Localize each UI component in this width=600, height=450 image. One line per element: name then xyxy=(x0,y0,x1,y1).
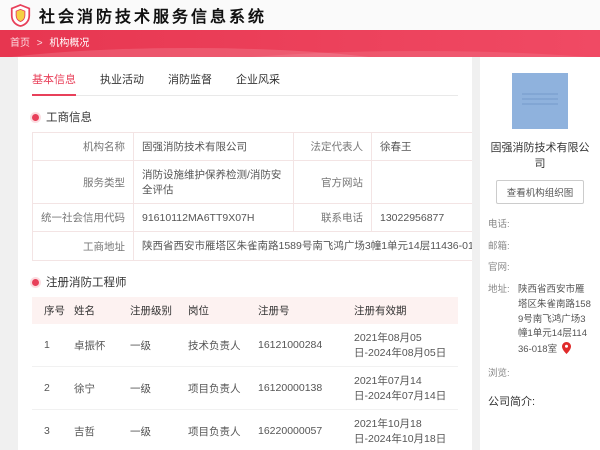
breadcrumb: 首页 > 机构概况 xyxy=(0,30,600,57)
field-label: 统一社会信用代码 xyxy=(32,203,134,232)
address-value: 陕西省西安市雁塔区朱雀南路1589号南飞鸿广场3幢1单元14层11436-018… xyxy=(142,240,472,252)
tab-practice-activity[interactable]: 执业活动 xyxy=(100,65,144,95)
tab-fire-supervision[interactable]: 消防监督 xyxy=(168,65,212,95)
main-panel: 基本信息 执业活动 消防监督 企业风采 工商信息 机构名称 固强消防技术有限公司… xyxy=(18,57,472,450)
col-header: 姓名 xyxy=(70,297,126,324)
field-label: 浏览: xyxy=(488,367,510,379)
breadcrumb-banner: 首页 > 机构概况 xyxy=(0,30,600,57)
service-type-value: 消防设施维护保养检测/消防安全评估 xyxy=(133,160,294,204)
org-name-value: 固强消防技术有限公司 xyxy=(133,132,294,161)
cell-level: 一级 xyxy=(126,324,184,367)
table-row: 服务类型 消防设施维护保养检测/消防安全评估 官方网站 xyxy=(32,160,472,204)
engineers-table: 序号 姓名 注册级别 岗位 注册号 注册有效期 1 卓振怀 一级 技术负责人 1… xyxy=(32,297,458,450)
col-header: 注册号 xyxy=(254,297,350,324)
cell-position: 项目负责人 xyxy=(184,366,254,410)
cell-level: 一级 xyxy=(126,409,184,450)
section-title-text: 工商信息 xyxy=(46,112,92,124)
field-label: 服务类型 xyxy=(32,160,134,204)
cell-reg-no: 16120000138 xyxy=(254,366,350,410)
cell-validity: 2021年07月14日-2024年07月14日 xyxy=(350,366,458,410)
legal-rep-value: 徐春王 xyxy=(370,132,472,161)
cell-name: 吉哲 xyxy=(70,409,126,450)
website-field: 官网: xyxy=(488,261,592,276)
table-row: 机构名称 固强消防技术有限公司 法定代表人 徐春王 xyxy=(32,132,472,161)
cell-no: 2 xyxy=(32,366,70,410)
field-label: 电话: xyxy=(488,219,510,230)
cell-reg-no: 16220000057 xyxy=(254,409,350,450)
breadcrumb-current: 机构概况 xyxy=(49,38,90,49)
cell-reg-no: 16121000284 xyxy=(254,324,350,367)
field-label: 邮箱: xyxy=(488,240,510,252)
views-field: 浏览: xyxy=(488,367,592,382)
location-pin-icon[interactable] xyxy=(562,342,572,357)
field-label: 官网: xyxy=(488,262,510,274)
breadcrumb-home-link[interactable]: 首页 xyxy=(10,38,30,49)
cell-no: 3 xyxy=(32,409,70,450)
table-row: 2 徐宁 一级 项目负责人 16120000138 2021年07月14日-20… xyxy=(32,366,458,410)
company-sidebar: 固强消防技术有限公司 查看机构组织图 电话: 邮箱: 官网: 地址: 陕西省西安… xyxy=(480,57,600,450)
content-area: 基本信息 执业活动 消防监督 企业风采 工商信息 机构名称 固强消防技术有限公司… xyxy=(0,57,600,450)
company-name: 固强消防技术有限公司 xyxy=(490,142,590,170)
col-header: 注册级别 xyxy=(126,297,184,324)
table-header-row: 序号 姓名 注册级别 岗位 注册号 注册有效期 xyxy=(32,297,458,324)
cell-validity: 2021年10月18日-2024年10月18日 xyxy=(350,409,458,450)
field-label: 机构名称 xyxy=(32,132,134,161)
section-registered-engineers: 注册消防工程师 xyxy=(32,274,458,290)
cell-position: 技术负责人 xyxy=(184,324,254,367)
tab-basic-info[interactable]: 基本信息 xyxy=(32,65,76,96)
field-value: 陕西省西安市雁塔区朱雀南路1589号南飞鸿广场3幢1单元14层11436-018… xyxy=(518,284,591,357)
website-value xyxy=(370,160,472,204)
email-field: 邮箱: xyxy=(488,240,592,255)
table-row: 统一社会信用代码 91610112MA6TT9X07H 联系电话 1302295… xyxy=(32,203,472,232)
breadcrumb-separator: > xyxy=(36,38,43,49)
section-title-text: 注册消防工程师 xyxy=(46,277,127,289)
company-logo xyxy=(512,73,568,129)
cell-level: 一级 xyxy=(126,366,184,410)
field-label: 联系电话 xyxy=(293,203,372,232)
app-title: 社会消防技术服务信息系统 xyxy=(39,9,268,26)
bullet-dot-icon xyxy=(32,113,39,121)
field-label: 法定代表人 xyxy=(293,132,372,161)
cell-name: 卓振怀 xyxy=(70,324,126,367)
app-header: 社会消防技术服务信息系统 xyxy=(0,0,600,30)
business-address-cell: 陕西省西安市雁塔区朱雀南路1589号南飞鸿广场3幢1单元14层11436-018… xyxy=(132,231,472,261)
field-label: 官方网站 xyxy=(293,160,372,204)
company-profile-title: 公司简介: xyxy=(488,396,536,409)
col-header: 注册有效期 xyxy=(350,297,458,324)
section-business-info: 工商信息 xyxy=(32,109,458,125)
col-header: 岗位 xyxy=(184,297,254,324)
address-field: 地址: 陕西省西安市雁塔区朱雀南路1589号南飞鸿广场3幢1单元14层11436… xyxy=(488,283,592,360)
credit-code-value: 91610112MA6TT9X07H xyxy=(133,203,294,232)
phone-value: 13022956877 xyxy=(370,203,472,232)
table-row: 1 卓振怀 一级 技术负责人 16121000284 2021年08月05日-2… xyxy=(32,324,458,367)
bullet-dot-icon xyxy=(32,278,39,286)
field-label: 工商地址 xyxy=(32,231,134,261)
tab-company-showcase[interactable]: 企业风采 xyxy=(236,65,280,95)
shield-logo-icon xyxy=(10,3,31,27)
view-org-chart-button[interactable]: 查看机构组织图 xyxy=(495,180,585,204)
cell-position: 项目负责人 xyxy=(184,409,254,450)
cell-no: 1 xyxy=(32,324,70,367)
table-row: 3 吉哲 一级 项目负责人 16220000057 2021年10月18日-20… xyxy=(32,409,458,450)
table-row: 工商地址 陕西省西安市雁塔区朱雀南路1589号南飞鸿广场3幢1单元14层1143… xyxy=(32,231,472,261)
phone-field: 电话: xyxy=(488,218,592,233)
cell-validity: 2021年08月05日-2024年08月05日 xyxy=(350,324,458,367)
tab-bar: 基本信息 执业活动 消防监督 企业风采 xyxy=(32,65,458,96)
field-label: 地址: xyxy=(488,284,510,296)
col-header: 序号 xyxy=(32,297,70,324)
business-info-table: 机构名称 固强消防技术有限公司 法定代表人 徐春王 服务类型 消防设施维护保养检… xyxy=(32,132,472,261)
cell-name: 徐宁 xyxy=(70,366,126,410)
